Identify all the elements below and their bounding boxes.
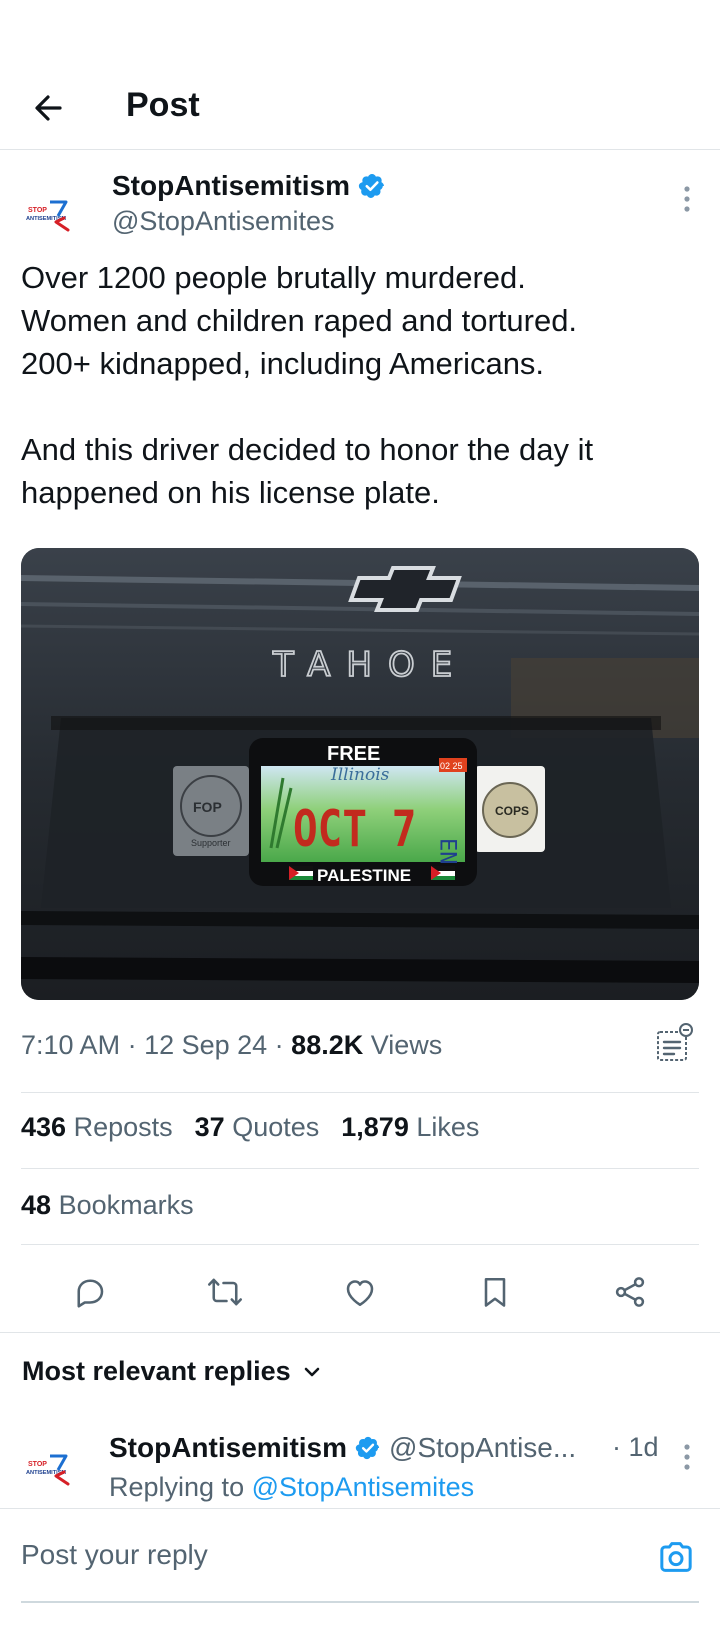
views-label: Views: [370, 1030, 443, 1060]
plate-side-text: EN: [435, 838, 460, 865]
reply-button[interactable]: [50, 1262, 130, 1322]
composer-underline: [21, 1601, 699, 1603]
author-avatar[interactable]: STOP ANTISEMITISM: [22, 172, 86, 236]
divider: [21, 1168, 699, 1169]
replies-heading: Most relevant replies: [22, 1356, 291, 1386]
reply-author-avatar[interactable]: STOP ANTISEMITISM: [22, 1426, 86, 1490]
replying-to: Replying to @StopAntisemites: [109, 1472, 475, 1502]
plate-state-text: Illinois: [330, 765, 390, 785]
left-sticker-text: FOP: [193, 799, 222, 815]
svg-text:STOP: STOP: [28, 207, 47, 214]
reposts-stat[interactable]: 436 Reposts: [21, 1112, 173, 1143]
bookmarks-stat[interactable]: 48 Bookmarks: [21, 1190, 194, 1221]
reply-author-name[interactable]: StopAntisemitism: [109, 1432, 347, 1464]
post-image[interactable]: TAHOE FOP Supporter COPS FREE Illinois 0…: [21, 548, 699, 1000]
top-bar: Post: [0, 70, 720, 150]
post-meta: 7:10 AM · 12 Sep 24 · 88.2K Views: [21, 1030, 443, 1060]
reply-author-handle[interactable]: @StopAntise...: [389, 1432, 576, 1464]
plate-number-text: OCT 7: [293, 800, 416, 858]
like-button[interactable]: [320, 1262, 400, 1322]
svg-text:STOP: STOP: [28, 1461, 47, 1468]
heart-icon: [346, 1280, 374, 1307]
more-options-icon[interactable]: [682, 184, 692, 214]
author-handle[interactable]: @StopAntisemites: [112, 206, 335, 237]
plate-frame-bottom-text: PALESTINE: [317, 866, 411, 885]
right-sticker-text: COPS: [495, 804, 529, 818]
verified-badge-icon: [358, 174, 384, 198]
left-sticker-subtext: Supporter: [191, 838, 231, 848]
section-divider: [0, 1332, 720, 1333]
replies-sort-dropdown[interactable]: Most relevant replies: [22, 1356, 323, 1387]
chevron-down-icon: [304, 1367, 319, 1376]
post-time: 7:10 AM: [21, 1030, 121, 1060]
reply-item[interactable]: STOP ANTISEMITISM StopAntisemitism @Stop…: [0, 1422, 720, 1504]
reply-composer: Post your reply: [0, 1508, 720, 1628]
author-name-text: StopAntisemitism: [112, 170, 351, 201]
bookmark-button[interactable]: [455, 1262, 535, 1322]
engagement-stats: 436 Reposts 37 Quotes 1,879 Likes: [21, 1112, 479, 1143]
post-date: 12 Sep 24: [144, 1030, 268, 1060]
replying-to-link[interactable]: @StopAntisemites: [252, 1472, 475, 1502]
divider: [21, 1244, 699, 1245]
share-icon: [616, 1277, 645, 1307]
views-count: 88.2K: [291, 1030, 364, 1060]
reply-author-line: StopAntisemitism @StopAntise...: [109, 1432, 576, 1464]
bookmark-icon: [484, 1277, 506, 1307]
page-title: Post: [126, 86, 200, 124]
action-bar: [0, 1262, 720, 1328]
plate-sticker-text: 02 25: [440, 761, 463, 771]
quotes-stat[interactable]: 37 Quotes: [195, 1112, 320, 1143]
likes-stat[interactable]: 1,879 Likes: [341, 1112, 479, 1143]
verified-badge-icon: [355, 1436, 380, 1460]
reply-time: · 1d: [612, 1432, 659, 1462]
repost-button[interactable]: [185, 1262, 265, 1322]
post-text: Over 1200 people brutally murdered. Wome…: [21, 260, 594, 510]
plate-frame-top-text: FREE: [327, 743, 380, 765]
reply-icon: [77, 1279, 103, 1308]
reply-input[interactable]: Post your reply: [21, 1539, 208, 1571]
repost-icon: [207, 1278, 242, 1306]
share-button[interactable]: [590, 1262, 670, 1322]
camera-icon[interactable]: [656, 1537, 696, 1577]
divider: [21, 1092, 699, 1093]
more-options-icon[interactable]: [682, 1442, 692, 1472]
back-arrow-icon[interactable]: [30, 88, 70, 128]
tahoe-badge: TAHOE: [272, 645, 468, 685]
post-analytics-icon[interactable]: [654, 1022, 694, 1064]
author-name[interactable]: StopAntisemitism: [112, 170, 386, 202]
